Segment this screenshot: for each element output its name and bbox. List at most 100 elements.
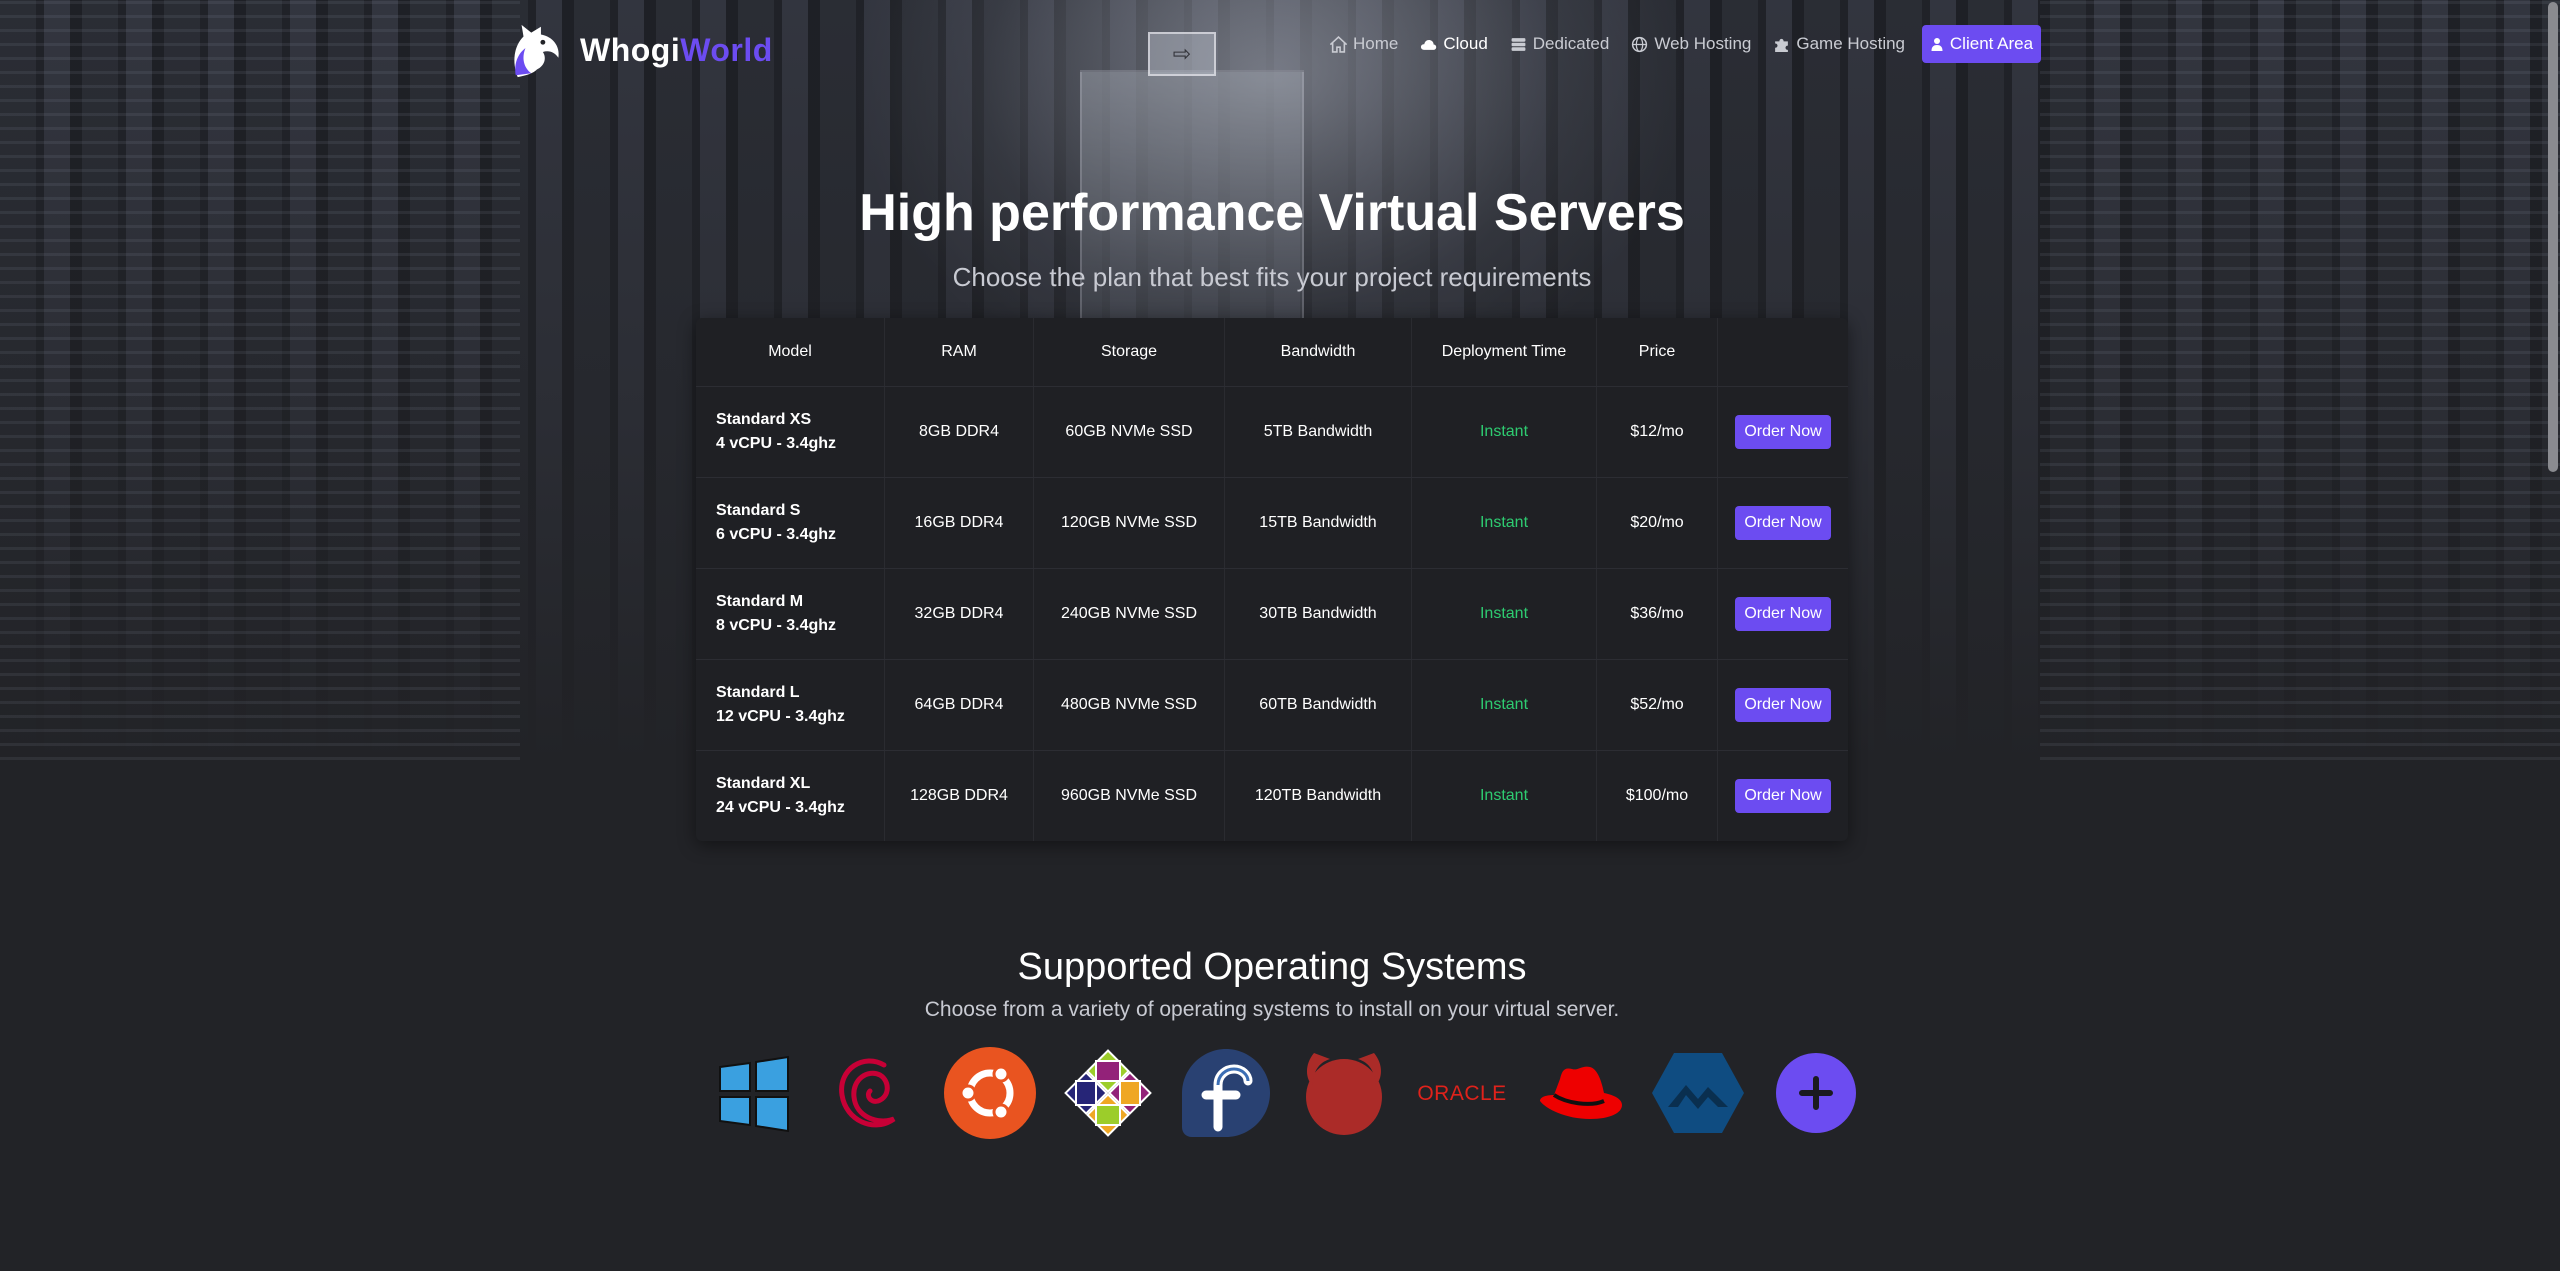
exit-sign-icon: ⇨ <box>1148 32 1216 76</box>
plan-storage: 960GB NVMe SSD <box>1033 750 1225 841</box>
plan-cpu: 12 vCPU - 3.4ghz <box>716 708 845 725</box>
column-header: RAM <box>884 318 1034 387</box>
server-rack-right <box>2040 0 2560 760</box>
plan-bandwidth: 5TB Bandwidth <box>1224 386 1412 478</box>
nav-item-label: Home <box>1353 34 1399 53</box>
brand-name-part1: Whogi <box>580 31 681 68</box>
cloud-icon <box>1421 39 1437 50</box>
brand-name: WhogiWorld <box>580 32 773 69</box>
oracle-icon[interactable]: ORACLE <box>1414 1045 1510 1141</box>
redhat-icon[interactable] <box>1532 1045 1628 1141</box>
table-row: Standard L 12 vCPU - 3.4ghz 64GB DDR4 480… <box>696 659 1848 751</box>
plan-deployment-time: Instant <box>1411 568 1597 660</box>
plan-model-cell: Standard XL 24 vCPU - 3.4ghz <box>696 751 885 842</box>
nav-item-label: Cloud <box>1443 34 1488 53</box>
globe-icon <box>1632 36 1648 52</box>
table-row: Standard XS 4 vCPU - 3.4ghz 8GB DDR4 60GB… <box>696 386 1848 478</box>
plan-storage: 240GB NVMe SSD <box>1033 568 1225 660</box>
puzzle-icon <box>1775 38 1789 52</box>
plan-name: Standard XS <box>716 411 812 428</box>
brand-logo[interactable]: WhogiWorld <box>508 18 773 82</box>
page-subtitle: Choose the plan that best fits your proj… <box>952 262 1592 292</box>
user-icon <box>1931 38 1943 51</box>
plan-name: Standard L <box>716 684 800 701</box>
table-row: Standard XL 24 vCPU - 3.4ghz 128GB DDR4 9… <box>696 750 1848 842</box>
plan-order-cell: Order Now <box>1717 386 1848 478</box>
plan-ram: 16GB DDR4 <box>884 477 1034 569</box>
plan-price: $36/mo <box>1596 568 1718 660</box>
plan-ram: 32GB DDR4 <box>884 568 1034 660</box>
client-area-label: Client Area <box>1949 34 2034 53</box>
nav-item-web-hosting[interactable]: Web Hosting <box>1631 34 1751 54</box>
plan-bandwidth: 60TB Bandwidth <box>1224 659 1412 751</box>
more-os-icon[interactable] <box>1768 1045 1864 1141</box>
nav-item-dedicated[interactable]: Dedicated <box>1510 34 1610 54</box>
nav-item-label: Web Hosting <box>1654 34 1752 53</box>
page-scrollbar[interactable] <box>2548 2 2558 472</box>
centos-icon[interactable] <box>1060 1045 1156 1141</box>
plan-bandwidth: 15TB Bandwidth <box>1224 477 1412 569</box>
column-header <box>1717 318 1848 387</box>
plan-order-cell: Order Now <box>1717 477 1848 569</box>
plan-bandwidth: 120TB Bandwidth <box>1224 750 1412 841</box>
plan-deployment-time: Instant <box>1411 477 1597 569</box>
order-now-button[interactable]: Order Now <box>1735 415 1831 449</box>
server-rack-left <box>0 0 520 760</box>
column-header: Deployment Time <box>1411 318 1597 387</box>
table-row: Standard M 8 vCPU - 3.4ghz 32GB DDR4 240G… <box>696 568 1848 660</box>
plan-cpu: 4 vCPU - 3.4ghz <box>716 435 837 452</box>
ubuntu-icon[interactable] <box>942 1045 1038 1141</box>
oracle-logo-text: ORACLE <box>1417 1082 1506 1105</box>
page-title: High performance Virtual Servers <box>859 184 1685 242</box>
brand-name-part2: World <box>680 31 773 68</box>
plan-price: $12/mo <box>1596 386 1718 478</box>
fedora-icon[interactable] <box>1178 1045 1274 1141</box>
windows-icon[interactable] <box>706 1045 802 1141</box>
plans-table: Model RAM Storage Bandwidth Deployment T… <box>696 318 1848 841</box>
plan-bandwidth: 30TB Bandwidth <box>1224 568 1412 660</box>
main-nav: Home Cloud Dedicated Web Hosting Game Ho… <box>1330 24 1905 64</box>
plan-model-cell: Standard S 6 vCPU - 3.4ghz <box>696 477 885 569</box>
nav-item-label: Game Hosting <box>1796 34 1906 53</box>
nav-item-cloud[interactable]: Cloud <box>1420 34 1488 54</box>
plan-name: Standard M <box>716 593 804 610</box>
plan-deployment-time: Instant <box>1411 659 1597 751</box>
plan-order-cell: Order Now <box>1717 750 1848 841</box>
debian-icon[interactable] <box>824 1045 920 1141</box>
home-icon <box>1330 35 1347 53</box>
plan-cpu: 24 vCPU - 3.4ghz <box>716 799 845 816</box>
order-now-button[interactable]: Order Now <box>1735 506 1831 540</box>
order-now-button[interactable]: Order Now <box>1735 597 1831 631</box>
plan-name: Standard S <box>716 502 801 519</box>
plan-deployment-time: Instant <box>1411 750 1597 841</box>
plan-ram: 64GB DDR4 <box>884 659 1034 751</box>
almalinux-icon[interactable] <box>1650 1045 1746 1141</box>
plan-ram: 128GB DDR4 <box>884 750 1034 841</box>
order-now-button[interactable]: Order Now <box>1735 779 1831 813</box>
client-area-button[interactable]: Client Area <box>1922 25 2041 63</box>
nav-item-game-hosting[interactable]: Game Hosting <box>1773 34 1905 54</box>
plan-order-cell: Order Now <box>1717 568 1848 660</box>
nav-item-label: Dedicated <box>1532 34 1610 53</box>
plan-name: Standard XL <box>716 775 811 792</box>
server-icon <box>1511 37 1526 51</box>
plan-model-cell: Standard L 12 vCPU - 3.4ghz <box>696 659 885 751</box>
column-header: Storage <box>1033 318 1225 387</box>
plan-order-cell: Order Now <box>1717 659 1848 751</box>
plan-model-cell: Standard M 8 vCPU - 3.4ghz <box>696 568 885 660</box>
plan-cpu: 6 vCPU - 3.4ghz <box>716 526 837 543</box>
os-section-subtitle: Choose from a variety of operating syste… <box>924 998 1620 1021</box>
plan-storage: 120GB NVMe SSD <box>1033 477 1225 569</box>
plan-ram: 8GB DDR4 <box>884 386 1034 478</box>
plan-cpu: 8 vCPU - 3.4ghz <box>716 617 837 634</box>
nav-item-home[interactable]: Home <box>1330 34 1398 54</box>
order-now-button[interactable]: Order Now <box>1735 688 1831 722</box>
column-header: Model <box>696 318 885 387</box>
os-section-title: Supported Operating Systems <box>1017 946 1527 988</box>
freebsd-icon[interactable] <box>1296 1045 1392 1141</box>
plan-deployment-time: Instant <box>1411 386 1597 478</box>
table-header-row: Model RAM Storage Bandwidth Deployment T… <box>696 318 1848 387</box>
column-header: Price <box>1596 318 1718 387</box>
plan-price: $52/mo <box>1596 659 1718 751</box>
plan-price: $20/mo <box>1596 477 1718 569</box>
